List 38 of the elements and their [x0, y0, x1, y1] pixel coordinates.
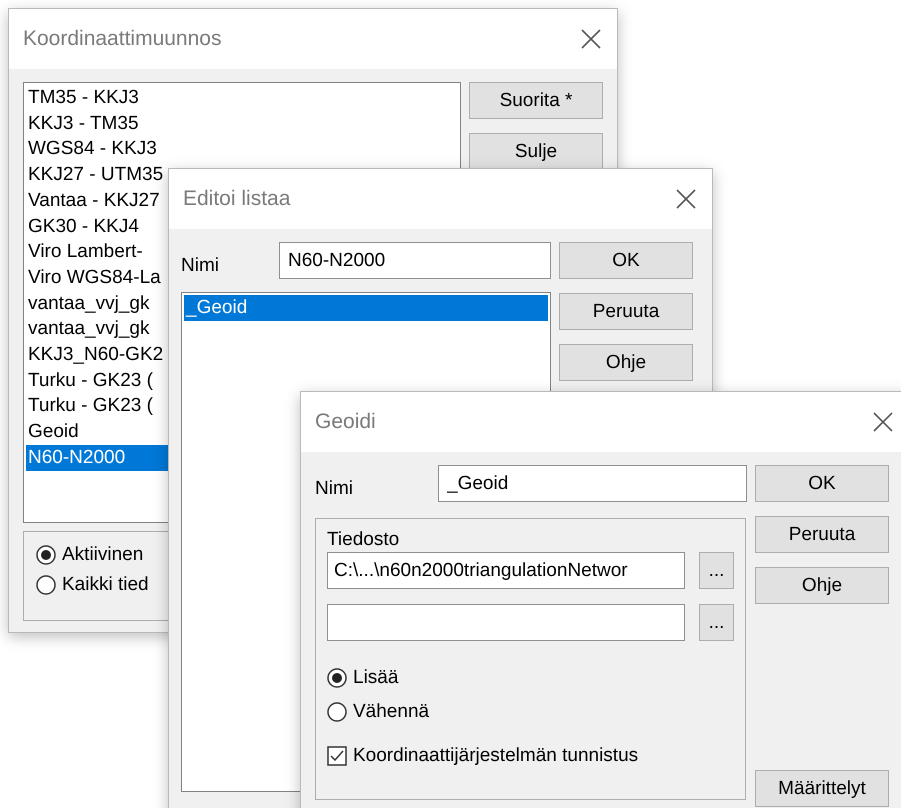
name-field[interactable]: _Geoid — [438, 465, 747, 502]
radio-label: Lisää — [353, 667, 398, 689]
checkbox-label: Koordinaattijärjestelmän tunnistus — [353, 745, 638, 767]
close-icon[interactable] — [873, 412, 893, 432]
browse-button[interactable]: ... — [699, 604, 734, 641]
radio-button[interactable] — [36, 545, 56, 565]
radio-button[interactable] — [36, 575, 56, 595]
dialog-button[interactable]: Peruuta — [755, 516, 889, 553]
dialog-button[interactable]: Peruuta — [559, 293, 693, 330]
checkbox[interactable] — [327, 746, 347, 766]
name-label: Nimi — [181, 255, 220, 278]
file-path-field[interactable] — [327, 604, 685, 641]
window-title: Geoidi — [315, 410, 376, 434]
radio-button[interactable] — [327, 668, 347, 688]
browse-button[interactable]: ... — [699, 552, 734, 589]
close-icon[interactable] — [676, 189, 696, 209]
dialog-button[interactable]: Ohje — [755, 567, 889, 604]
radio-button[interactable] — [327, 702, 347, 722]
name-label: Nimi — [315, 478, 354, 501]
dialog-button[interactable]: Sulje — [469, 133, 603, 170]
file-label: Tiedosto — [327, 529, 400, 551]
radio-label: Vähennä — [353, 701, 430, 723]
dialog-button[interactable]: OK — [559, 242, 693, 279]
list-item[interactable]: TM35 - KKJ3 — [26, 85, 458, 111]
dialog-button[interactable]: Määrittelyt — [755, 770, 889, 807]
dialog-button[interactable]: OK — [755, 465, 889, 502]
dialog-button[interactable]: Ohje — [559, 344, 693, 381]
name-field[interactable]: N60-N2000 — [279, 242, 551, 279]
file-path-field[interactable]: C:\...\n60n2000triangulationNetwor — [327, 552, 685, 589]
radio-label: Kaikki tied — [62, 574, 149, 596]
dialog-button[interactable]: Suorita * — [469, 82, 603, 119]
list-item[interactable]: WGS84 - KKJ3 — [26, 136, 458, 162]
window-title: Koordinaattimuunnos — [23, 27, 222, 51]
list-item[interactable]: KKJ3 - TM35 — [26, 110, 458, 136]
radio-label: Aktiivinen — [62, 544, 144, 566]
close-icon[interactable] — [581, 29, 601, 49]
list-item[interactable]: _Geoid — [184, 295, 548, 321]
window-title: Editoi listaa — [183, 187, 290, 211]
